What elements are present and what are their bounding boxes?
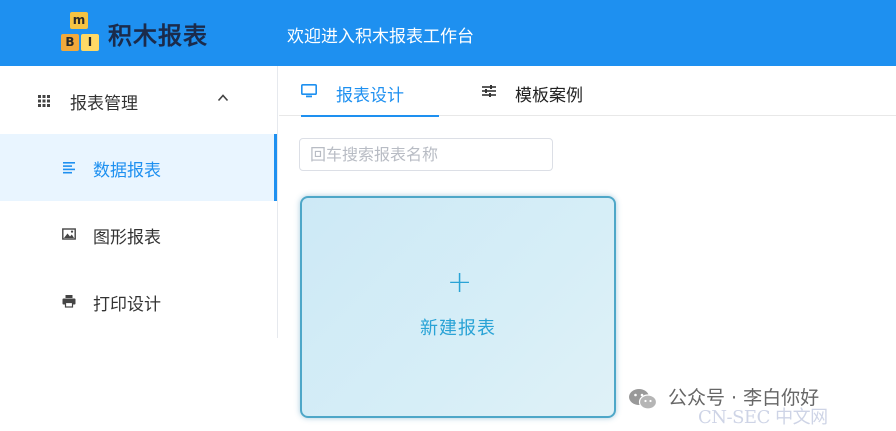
logo-block-m: m	[70, 12, 88, 29]
sidebar-item-label: 数据报表	[93, 161, 161, 181]
sidebar-group-label: 报表管理	[70, 94, 138, 114]
sidebar-item-chart-report[interactable]: 图形报表	[0, 201, 277, 268]
new-report-label: 新建报表	[420, 318, 496, 339]
list-icon	[63, 162, 75, 174]
tab-template-cases[interactable]: 模板案例	[481, 66, 601, 116]
grid-icon	[38, 95, 50, 107]
app-logo[interactable]: m B I 积木报表	[58, 12, 228, 56]
tab-bar: 报表设计 模板案例	[279, 66, 896, 117]
wechat-icon	[629, 389, 658, 410]
printer-icon	[62, 295, 76, 308]
watermark-site: CN-SEC 中文网	[698, 407, 828, 428]
search-input[interactable]	[299, 138, 553, 171]
sidebar-group-report-management[interactable]: 报表管理	[0, 66, 277, 134]
logo-block-b: B	[61, 34, 79, 51]
watermark: 公众号 · 李白你好 CN-SEC 中文网	[628, 381, 890, 429]
tab-report-design[interactable]: 报表设计	[301, 66, 439, 117]
image-icon	[62, 228, 76, 240]
monitor-icon	[301, 84, 317, 98]
sidebar-item-data-report[interactable]: 数据报表	[0, 134, 277, 201]
welcome-text: 欢迎进入积木报表工作台	[287, 27, 474, 47]
new-report-card[interactable]: + 新建报表	[300, 196, 616, 418]
tab-label: 报表设计	[336, 86, 404, 106]
chevron-up-icon[interactable]	[217, 92, 229, 104]
top-header: m B I 积木报表 欢迎进入积木报表工作台	[0, 0, 896, 66]
plus-icon: +	[447, 265, 473, 300]
sidebar-item-label: 图形报表	[93, 228, 161, 248]
tab-label: 模板案例	[515, 86, 583, 106]
sidebar: 报表管理 数据报表 图形报表 打印设计	[0, 66, 278, 338]
sliders-icon	[482, 85, 496, 97]
logo-title: 积木报表	[108, 22, 208, 50]
logo-block-i: I	[81, 34, 99, 51]
logo-blocks-icon: m B I	[58, 12, 102, 56]
sidebar-item-print-design[interactable]: 打印设计	[0, 268, 277, 335]
sidebar-item-label: 打印设计	[93, 295, 161, 315]
